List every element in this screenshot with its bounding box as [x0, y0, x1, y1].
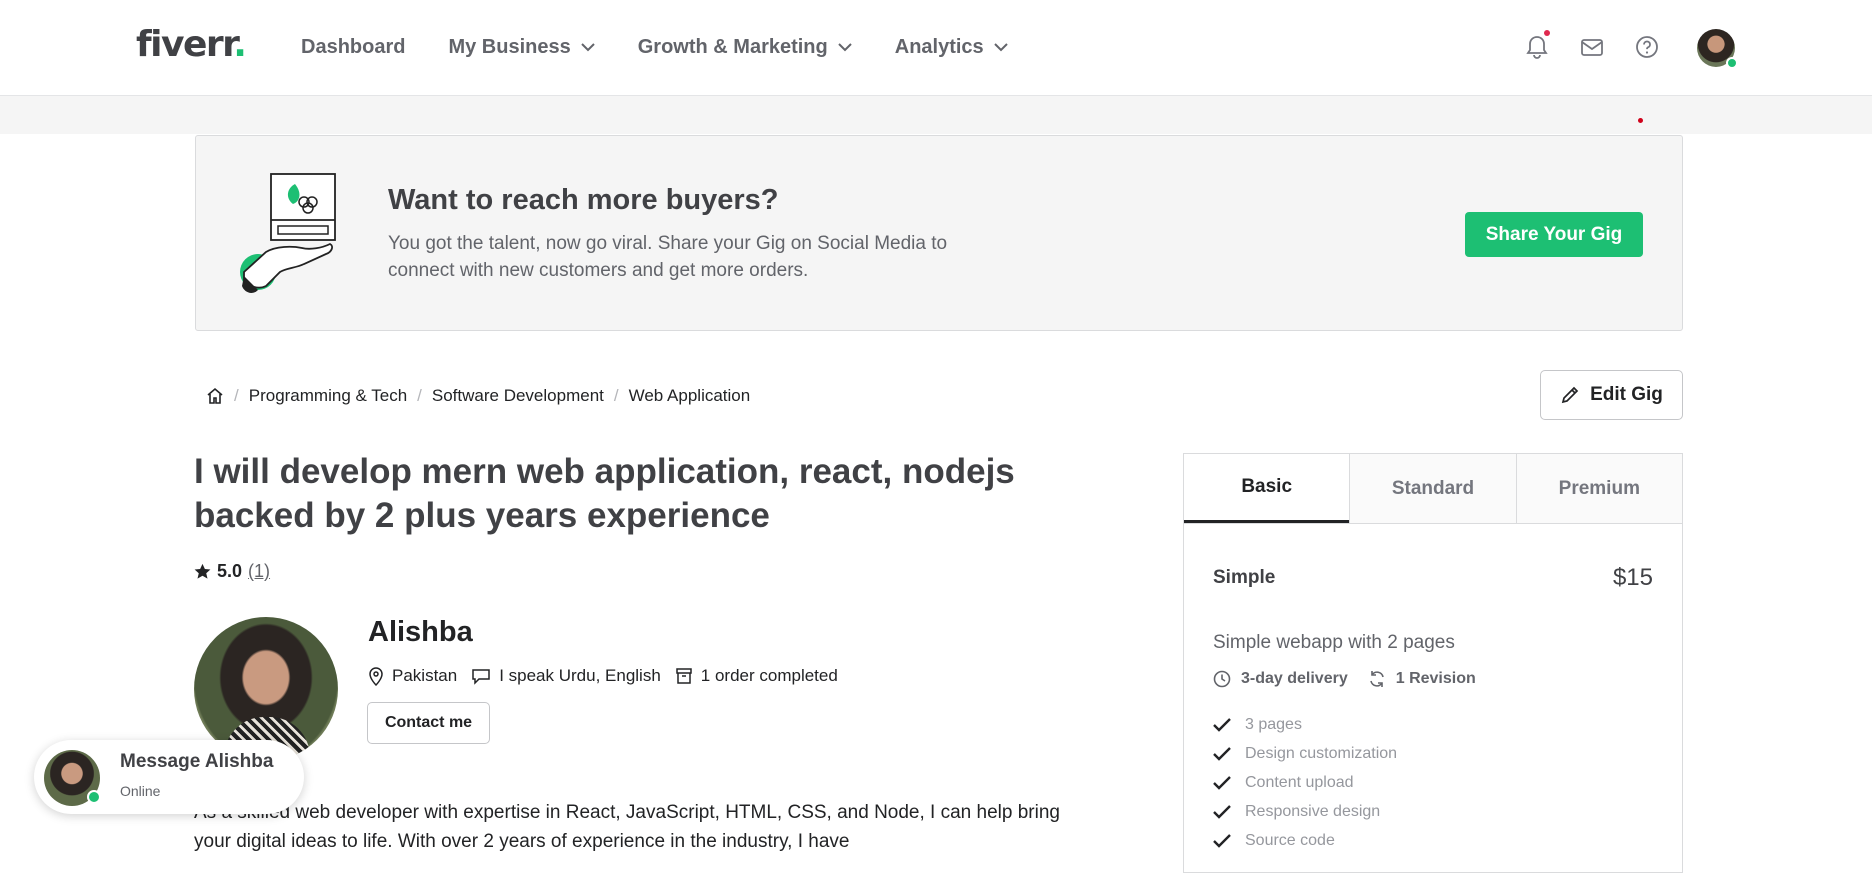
star-icon — [194, 563, 211, 579]
feature-item: Design customization — [1213, 739, 1397, 768]
seller-languages: I speak Urdu, English — [471, 666, 661, 686]
speech-bubble-icon — [472, 669, 490, 685]
seller-avatar-small — [44, 750, 101, 806]
package-price: $15 — [1612, 564, 1653, 591]
promo-banner: Want to reach more buyers? You got the t… — [195, 135, 1683, 331]
location-pin-icon — [369, 666, 383, 686]
gig-description: As a skilled web developer with expertis… — [194, 802, 1060, 852]
delivery-time: 3-day delivery — [1213, 670, 1348, 688]
delivery-text: 3-day delivery — [1241, 670, 1348, 687]
seller-name[interactable]: Alishba — [368, 616, 473, 649]
tab-premium[interactable]: Premium — [1515, 454, 1682, 523]
main-nav: Dashboard My Business Growth & Marketing… — [301, 36, 1051, 59]
seller-languages-text: I speak Urdu, English — [499, 666, 661, 685]
edit-gig-label: Edit Gig — [1590, 384, 1663, 405]
seller-orders-text: 1 order completed — [700, 666, 838, 685]
breadcrumb-software-development[interactable]: Software Development — [432, 386, 604, 406]
pencil-icon — [1561, 386, 1579, 404]
online-status-dot — [1726, 57, 1738, 69]
seller-country: Pakistan — [392, 666, 458, 685]
checkmark-icon — [1213, 833, 1231, 848]
notifications-bell-icon[interactable] — [1524, 30, 1550, 60]
notification-dot — [1544, 30, 1550, 36]
nav-analytics[interactable]: Analytics — [895, 36, 1008, 59]
fiverr-logo[interactable]: fiverr. — [136, 24, 247, 65]
feature-item: Responsive design — [1213, 797, 1397, 826]
subheader-strip — [0, 96, 1872, 134]
package-description: Simple webapp with 2 pages — [1213, 632, 1455, 653]
breadcrumb-separator: / — [234, 386, 239, 405]
share-gig-illustration-icon — [240, 173, 336, 293]
package-meta: 3-day delivery 1 Revision — [1213, 670, 1496, 688]
banner-text: You got the talent, now go viral. Share … — [388, 233, 948, 281]
checkmark-icon — [1213, 775, 1231, 790]
review-count-link[interactable]: (1) — [248, 561, 270, 582]
edit-gig-button[interactable]: Edit Gig — [1540, 370, 1683, 420]
gig-title: I will develop mern web application, rea… — [194, 452, 1015, 535]
checkmark-icon — [1213, 804, 1231, 819]
tab-standard[interactable]: Standard — [1349, 454, 1516, 523]
tab-basic[interactable]: Basic — [1184, 454, 1350, 523]
breadcrumb-separator: / — [613, 386, 619, 405]
chevron-down-icon — [838, 43, 852, 52]
package-name: Simple — [1213, 567, 1276, 588]
checkmark-icon — [1213, 746, 1231, 761]
help-question-icon[interactable] — [1634, 34, 1660, 60]
indicator-dot — [1638, 118, 1643, 123]
revisions-text: 1 Revision — [1395, 670, 1476, 687]
online-status-dot — [87, 790, 101, 804]
clock-icon — [1213, 670, 1231, 688]
package-features: 3 pages Design customization Content upl… — [1213, 710, 1397, 855]
header-actions — [1524, 30, 1689, 60]
messages-envelope-icon[interactable] — [1579, 34, 1605, 60]
checkmark-icon — [1213, 717, 1231, 732]
home-icon[interactable] — [206, 387, 224, 405]
feature-item: 3 pages — [1213, 710, 1397, 739]
top-navigation-bar: fiverr. Dashboard My Business Growth & M… — [0, 0, 1872, 96]
breadcrumb: / Programming & Tech / Software Developm… — [206, 386, 750, 406]
message-seller-popup[interactable]: Message Alishba Online — [34, 740, 304, 814]
feature-item: Content upload — [1213, 768, 1397, 797]
refresh-icon — [1369, 671, 1384, 687]
revisions: 1 Revision — [1368, 670, 1476, 688]
message-popup-status: Online — [120, 783, 161, 799]
nav-dashboard[interactable]: Dashboard — [301, 36, 405, 59]
chevron-down-icon — [993, 43, 1008, 52]
user-avatar[interactable] — [1697, 29, 1738, 69]
package-box-icon — [676, 668, 692, 684]
breadcrumb-web-application[interactable]: Web Application — [629, 386, 751, 406]
breadcrumb-programming-tech[interactable]: Programming & Tech — [249, 386, 407, 406]
share-your-gig-button[interactable]: Share Your Gig — [1465, 212, 1643, 257]
package-tabs: Basic Standard Premium — [1184, 454, 1682, 524]
gig-rating: 5.0 (1) — [194, 561, 270, 582]
nav-my-business[interactable]: My Business — [448, 36, 595, 59]
message-popup-title: Message Alishba — [120, 751, 274, 772]
seller-meta: Pakistan I speak Urdu, English 1 order c… — [368, 666, 852, 686]
rating-score: 5.0 — [217, 561, 243, 581]
contact-me-button[interactable]: Contact me — [367, 702, 490, 744]
seller-location: Pakistan — [368, 666, 457, 686]
breadcrumb-separator: / — [417, 386, 422, 405]
chevron-down-icon — [581, 43, 595, 52]
nav-growth-marketing[interactable]: Growth & Marketing — [638, 36, 852, 59]
seller-orders: 1 order completed — [675, 666, 838, 686]
package-panel: Basic Standard Premium Simple $15 Simple… — [1183, 453, 1683, 873]
banner-title: Want to reach more buyers? — [388, 184, 779, 216]
